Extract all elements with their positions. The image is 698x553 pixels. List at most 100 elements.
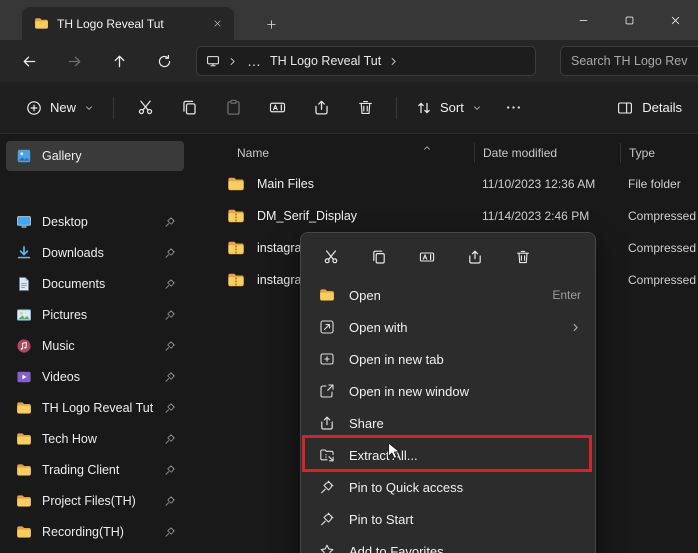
sidebar-item-tech-how[interactable]: Tech How xyxy=(6,424,184,454)
this-pc-icon[interactable] xyxy=(206,54,220,68)
pin-icon xyxy=(164,278,176,290)
open-new-window-icon xyxy=(319,383,335,399)
new-button[interactable]: New xyxy=(16,93,104,123)
refresh-button[interactable] xyxy=(148,45,180,77)
delete-icon[interactable] xyxy=(503,242,543,272)
sidebar-item-label: Pictures xyxy=(42,308,154,322)
menu-item-open-in-new-tab[interactable]: Open in new tab xyxy=(305,343,591,375)
breadcrumb-current-folder[interactable]: TH Logo Reveal Tut xyxy=(270,54,381,68)
pin-icon xyxy=(164,247,176,259)
menu-item-pin-to-quick-access[interactable]: Pin to Quick access xyxy=(305,471,591,503)
navigation-pane: Gallery Desktop Downloads Documents Pict… xyxy=(0,134,190,553)
open-new-tab-icon xyxy=(319,351,335,367)
menu-item-share[interactable]: Share xyxy=(305,407,591,439)
folder-icon xyxy=(34,16,49,31)
details-view-button[interactable]: Details xyxy=(617,100,682,116)
close-button[interactable] xyxy=(652,0,698,40)
new-tab-button[interactable] xyxy=(258,12,284,36)
maximize-button[interactable] xyxy=(606,0,652,40)
sidebar-item-label: Gallery xyxy=(42,149,176,163)
cut-button[interactable] xyxy=(126,91,164,125)
sidebar-item-downloads[interactable]: Downloads xyxy=(6,238,184,268)
chevron-right-icon[interactable] xyxy=(227,56,238,67)
sidebar-item-th-logo-reveal-tut[interactable]: TH Logo Reveal Tut xyxy=(6,393,184,423)
more-options-button[interactable] xyxy=(495,91,533,125)
pin-icon xyxy=(164,526,176,538)
menu-item-label: Extract All... xyxy=(349,448,581,463)
sidebar-item-project-files-th[interactable]: Project Files(TH) xyxy=(6,486,184,516)
file-row-main-files[interactable]: Main Files 11/10/2023 12:36 AM File fold… xyxy=(190,168,698,200)
sidebar-item-recording-th[interactable]: Recording(TH) xyxy=(6,517,184,547)
sidebar-section-gap xyxy=(0,172,190,206)
favorite-icon xyxy=(319,543,335,553)
rename-button[interactable] xyxy=(258,91,296,125)
sidebar-item-label: Tech How xyxy=(42,432,154,446)
file-type-cell: File folder xyxy=(620,177,698,191)
menu-item-add-to-favorites[interactable]: Add to Favorites xyxy=(305,535,591,553)
menu-item-label: Open xyxy=(349,288,538,303)
search-input[interactable] xyxy=(571,54,688,68)
sidebar-item-music[interactable]: Music xyxy=(6,331,184,361)
pin-icon xyxy=(164,309,176,321)
cut-icon[interactable] xyxy=(311,242,351,272)
sidebar-item-pictures[interactable]: Pictures xyxy=(6,300,184,330)
menu-item-label: Add to Favorites xyxy=(349,544,581,553)
menu-item-open[interactable]: Open Enter xyxy=(305,279,591,311)
share-button[interactable] xyxy=(302,91,340,125)
sort-icon xyxy=(416,100,432,116)
sort-button[interactable]: Sort xyxy=(406,93,492,123)
navigation-bar: … TH Logo Reveal Tut xyxy=(0,40,698,82)
breadcrumb-ellipsis[interactable]: … xyxy=(245,53,263,69)
up-button[interactable] xyxy=(103,45,135,77)
sidebar-item-label: Project Files(TH) xyxy=(42,494,154,508)
chevron-right-icon[interactable] xyxy=(388,56,399,67)
sidebar-item-desktop[interactable]: Desktop xyxy=(6,207,184,237)
menu-item-extract-all[interactable]: Extract All... xyxy=(305,439,591,471)
menu-item-label: Pin to Quick access xyxy=(349,480,581,495)
sidebar-item-label: Downloads xyxy=(42,246,154,260)
back-button[interactable] xyxy=(13,45,45,77)
minimize-button[interactable] xyxy=(560,0,606,40)
menu-item-label: Share xyxy=(349,416,581,431)
file-name-cell: DM_Serif_Display xyxy=(190,207,474,225)
file-row-dm-serif-display[interactable]: DM_Serif_Display 11/14/2023 2:46 PM Comp… xyxy=(190,200,698,232)
folder-icon xyxy=(16,493,32,509)
column-header-date-modified[interactable]: Date modified xyxy=(474,143,620,163)
delete-button[interactable] xyxy=(346,91,384,125)
column-header-type[interactable]: Type xyxy=(620,143,698,163)
menu-item-shortcut: Enter xyxy=(552,288,581,302)
share-icon xyxy=(319,415,335,431)
menu-item-pin-to-start[interactable]: Pin to Start xyxy=(305,503,591,535)
sidebar-item-label: Desktop xyxy=(42,215,154,229)
forward-button[interactable] xyxy=(58,45,90,77)
folder-icon xyxy=(16,400,32,416)
pin-icon xyxy=(164,495,176,507)
gallery-icon xyxy=(16,148,32,164)
rename-icon[interactable] xyxy=(407,242,447,272)
column-header-name[interactable]: Name xyxy=(190,146,474,160)
sidebar-item-gallery[interactable]: Gallery xyxy=(6,141,184,171)
context-menu-items: Open Enter Open with Open in new tab Ope… xyxy=(305,277,591,553)
sidebar-item-trading-client[interactable]: Trading Client xyxy=(6,455,184,485)
documents-icon xyxy=(16,276,32,292)
search-box[interactable] xyxy=(560,46,698,76)
copy-button[interactable] xyxy=(170,91,208,125)
paste-button[interactable] xyxy=(214,91,252,125)
file-type-cell: Compressed (zipped xyxy=(620,241,698,255)
share-icon[interactable] xyxy=(455,242,495,272)
folder-icon xyxy=(16,524,32,540)
sidebar-item-videos[interactable]: Videos xyxy=(6,362,184,392)
explorer-tab[interactable]: TH Logo Reveal Tut xyxy=(22,7,234,40)
new-button-label: New xyxy=(50,100,76,115)
chevron-right-icon xyxy=(570,322,581,333)
sidebar-item-documents[interactable]: Documents xyxy=(6,269,184,299)
menu-item-open-in-new-window[interactable]: Open in new window xyxy=(305,375,591,407)
toolbar-divider xyxy=(396,97,397,119)
menu-item-label: Pin to Start xyxy=(349,512,581,527)
address-bar[interactable]: … TH Logo Reveal Tut xyxy=(196,46,536,76)
tab-close-icon[interactable] xyxy=(208,15,226,33)
file-date-cell: 11/14/2023 2:46 PM xyxy=(474,209,620,223)
sidebar-item-label: Recording(TH) xyxy=(42,525,154,539)
menu-item-open-with[interactable]: Open with xyxy=(305,311,591,343)
copy-icon[interactable] xyxy=(359,242,399,272)
